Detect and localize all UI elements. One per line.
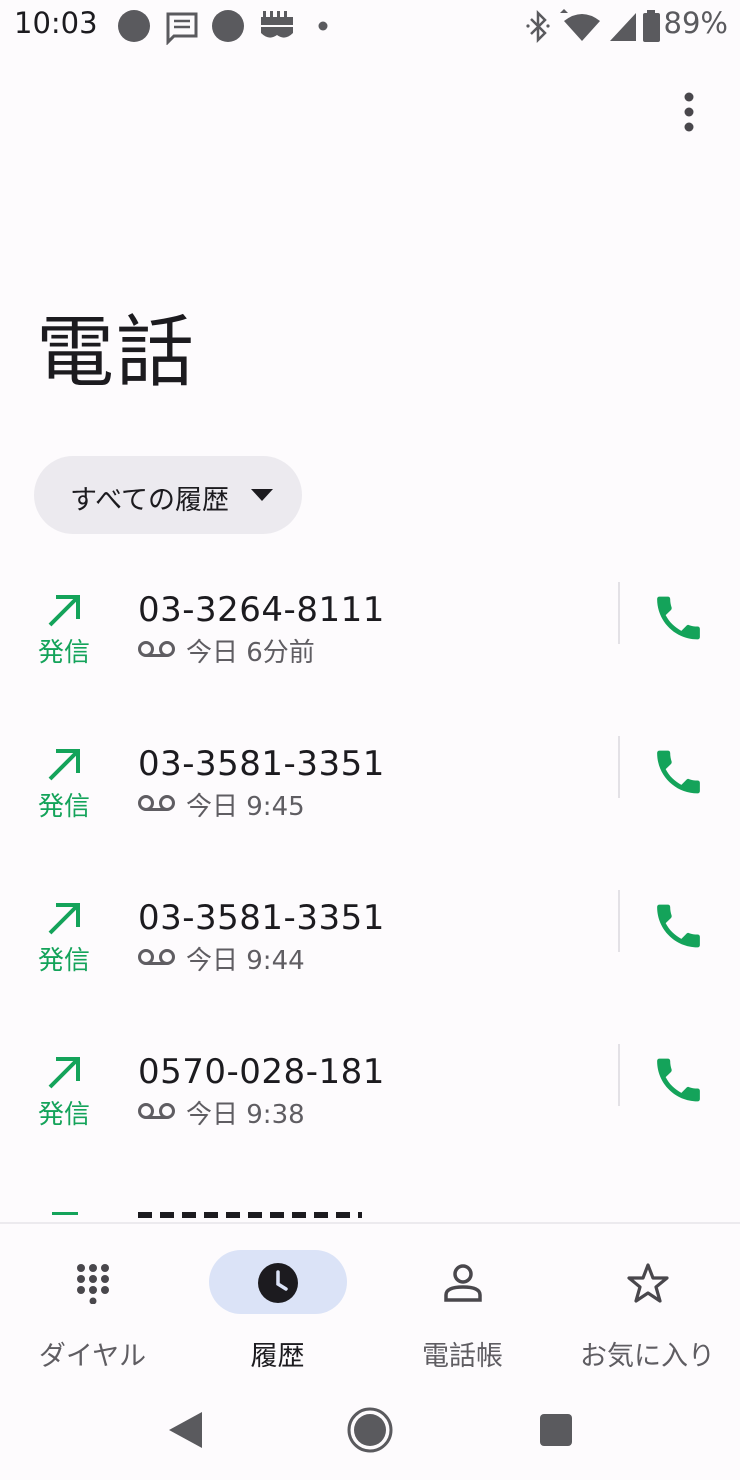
call-back-button[interactable] <box>650 1054 710 1114</box>
outgoing-arrow-icon <box>48 1057 80 1089</box>
system-navigation-bar <box>0 1382 740 1480</box>
phone-icon <box>657 904 700 948</box>
clock-icon <box>258 1263 298 1303</box>
outgoing-arrow-icon <box>48 595 80 627</box>
contacts-icon <box>444 1264 482 1302</box>
notification-dot-icon <box>118 10 150 42</box>
call-log-row[interactable]: 発信 03-3581-3351 今日 9:45 <box>0 736 740 864</box>
voicemail-icon <box>138 1103 175 1119</box>
voicemail-icon <box>138 949 175 965</box>
nav-dialpad[interactable]: ダイヤル <box>0 1250 185 1372</box>
phone-icon <box>657 596 700 640</box>
small-dot-icon <box>318 21 328 31</box>
bottom-navigation: ダイヤル 履歴 電話帳 お気に入り <box>0 1222 740 1384</box>
row-divider <box>618 736 620 798</box>
call-back-button[interactable] <box>650 900 710 960</box>
nav-label-favorites: お気に入り <box>580 1341 715 1372</box>
nav-label-contacts: 電話帳 <box>422 1341 503 1372</box>
recents-icon[interactable] <box>538 1412 574 1448</box>
filter-label: すべての履歴 <box>70 485 230 516</box>
nav-contacts[interactable]: 電話帳 <box>370 1250 555 1372</box>
phone-number: 0570-028-181 <box>138 1052 385 1092</box>
call-time: 今日 9:38 <box>186 1100 305 1130</box>
nav-history[interactable]: 履歴 <box>185 1250 370 1372</box>
call-time: 今日 9:45 <box>186 792 305 822</box>
dialpad-icon <box>77 1264 109 1304</box>
phone-icon <box>657 1058 700 1102</box>
nav-favorites[interactable]: お気に入り <box>555 1250 740 1372</box>
nav-label-dialpad: ダイヤル <box>38 1341 147 1372</box>
status-bar: 10:03 89% <box>0 0 740 52</box>
row-divider <box>618 890 620 952</box>
signal-icon <box>610 13 636 41</box>
notification-dot-icon <box>212 10 244 42</box>
call-log-row[interactable]: 発信 0570-028-181 今日 9:38 <box>0 1044 740 1172</box>
bluetooth-icon <box>526 9 550 44</box>
call-direction-label: 発信 <box>38 946 91 976</box>
outgoing-arrow-icon <box>48 903 80 935</box>
star-icon <box>627 1263 669 1303</box>
call-time: 今日 9:44 <box>186 946 305 976</box>
call-direction-label: 発信 <box>38 1100 91 1130</box>
outgoing-arrow-icon <box>52 1212 78 1215</box>
status-time: 10:03 <box>14 6 98 40</box>
history-filter-dropdown[interactable]: すべての履歴 <box>34 456 302 534</box>
call-log-row[interactable]: 発信 03-3264-8111 今日 6分前 <box>0 582 740 710</box>
back-icon[interactable] <box>166 1410 204 1450</box>
call-time: 今日 6分前 <box>186 638 315 668</box>
more-options-button[interactable] <box>664 88 714 138</box>
phone-number: 03-3581-3351 <box>138 744 385 784</box>
outgoing-arrow-icon <box>48 749 80 781</box>
message-icon <box>166 12 198 45</box>
phone-number: 03-3581-3351 <box>138 898 385 938</box>
page-title: 電話 <box>36 308 197 398</box>
call-direction-label: 発信 <box>38 792 91 822</box>
battery-icon <box>643 10 660 42</box>
phone-number: 03-3264-8111 <box>138 590 385 630</box>
call-back-button[interactable] <box>650 746 710 806</box>
truncated-number <box>138 1212 362 1218</box>
battery-percent: 89% <box>663 6 728 40</box>
phone-app-screen: 10:03 89% 電話 すべての履歴 発信 03-3264-8111 今日 6… <box>0 0 740 1480</box>
row-divider <box>618 1044 620 1106</box>
call-log-row[interactable]: 発信 03-3581-3351 今日 9:44 <box>0 890 740 1018</box>
call-direction-label: 発信 <box>38 638 91 668</box>
home-icon[interactable] <box>346 1406 394 1454</box>
call-back-button[interactable] <box>650 592 710 652</box>
row-divider <box>618 582 620 644</box>
nav-label-history: 履歴 <box>250 1341 305 1372</box>
voicemail-icon <box>138 641 175 657</box>
wifi-icon <box>560 9 600 41</box>
voicemail-icon <box>138 795 175 811</box>
dropdown-caret-icon <box>251 489 273 501</box>
phone-icon <box>657 750 700 794</box>
app-icon <box>261 11 293 38</box>
more-vert-icon <box>684 92 694 132</box>
